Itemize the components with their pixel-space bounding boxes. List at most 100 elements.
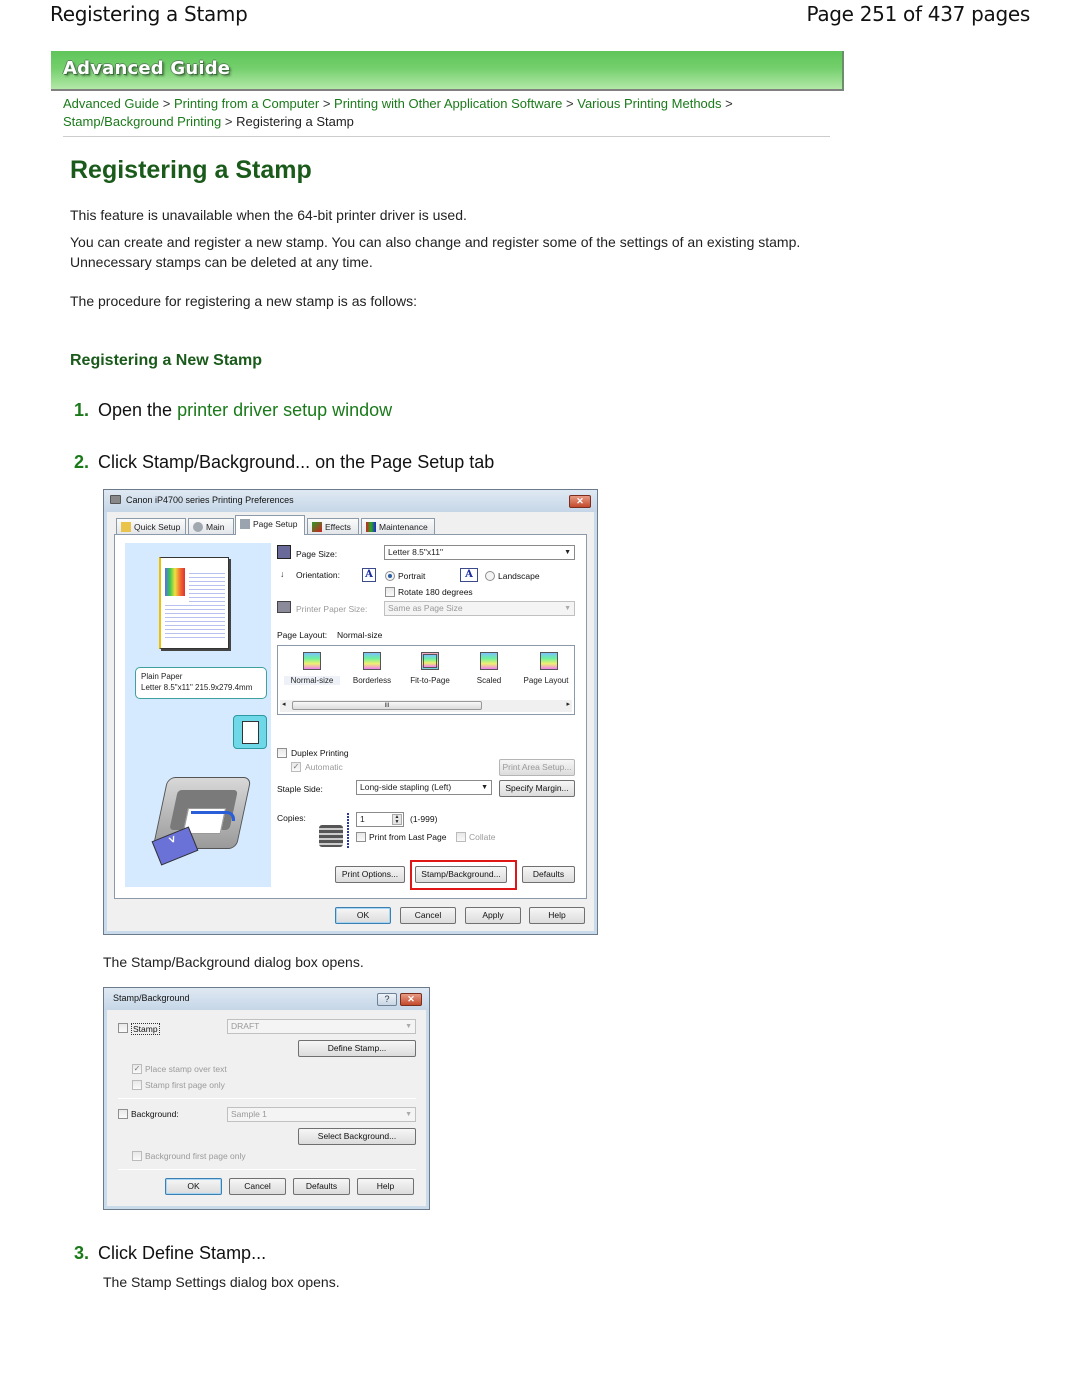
- page-layout-list[interactable]: Normal-size Borderless Fit-to-Page Scale…: [277, 645, 575, 715]
- portrait-radio[interactable]: [385, 571, 395, 581]
- staple-side-label: Staple Side:: [277, 784, 323, 794]
- breadcrumb-advanced-guide[interactable]: Advanced Guide: [63, 96, 159, 111]
- chevron-down-icon: ▼: [564, 549, 571, 556]
- orientation-preview: [233, 715, 267, 749]
- stamp-first-page-only-label: Stamp first page only: [145, 1080, 225, 1090]
- highlight-box: [410, 860, 517, 890]
- dialog-titlebar: Stamp/Background ? ✕: [104, 988, 429, 1010]
- background-select[interactable]: Sample 1 ▼: [227, 1107, 416, 1122]
- printer-driver-setup-link[interactable]: printer driver setup window: [177, 400, 392, 420]
- collate-checkbox[interactable]: [456, 832, 466, 842]
- tab-quick-setup[interactable]: Quick Setup: [116, 518, 186, 534]
- copies-range: (1-999): [410, 814, 438, 824]
- copies-value: 1: [360, 814, 365, 824]
- step-text: Open the: [98, 400, 178, 420]
- rotate-180-checkbox[interactable]: [385, 587, 395, 597]
- quick-setup-icon: [121, 522, 131, 532]
- duplex-printing-label: Duplex Printing: [291, 748, 349, 758]
- layout-option-normal-size[interactable]: Normal-size: [284, 676, 340, 685]
- specify-margin-button[interactable]: Specify Margin...: [499, 780, 575, 797]
- rotate-180-label: Rotate 180 degrees: [398, 587, 473, 597]
- copies-spinner[interactable]: ▲ ▼: [392, 814, 402, 825]
- page-setup-icon: [240, 519, 250, 529]
- tab-maintenance[interactable]: Maintenance: [361, 518, 435, 534]
- page-size-select[interactable]: Letter 8.5"x11" ▼: [384, 545, 575, 560]
- help-icon[interactable]: ?: [377, 993, 397, 1006]
- stamp-first-page-only-checkbox[interactable]: [132, 1080, 142, 1090]
- printer-paper-size-icon: [277, 601, 291, 613]
- breadcrumb-printing-other-software[interactable]: Printing with Other Application Software: [334, 96, 562, 111]
- paragraph-intro: You can create and register a new stamp.…: [70, 234, 801, 270]
- help-button[interactable]: Help: [529, 907, 585, 924]
- breadcrumb-separator: >: [162, 96, 171, 111]
- place-stamp-over-text-checkbox[interactable]: ✓: [132, 1064, 142, 1074]
- define-stamp-button[interactable]: Define Stamp...: [298, 1040, 416, 1057]
- help-button[interactable]: Help: [357, 1178, 414, 1195]
- breadcrumb-stamp-background-printing[interactable]: Stamp/Background Printing: [63, 114, 221, 129]
- select-background-button[interactable]: Select Background...: [298, 1128, 416, 1145]
- step-number: 2.: [74, 452, 90, 472]
- staple-side-select[interactable]: Long-side stapling (Left) ▼: [356, 780, 492, 795]
- apply-button[interactable]: Apply: [465, 907, 521, 924]
- section-heading: Registering a New Stamp: [70, 352, 263, 369]
- horizontal-scrollbar[interactable]: ◂ III ▸: [280, 700, 572, 712]
- scroll-thumb[interactable]: III: [292, 701, 482, 710]
- defaults-button[interactable]: Defaults: [293, 1178, 350, 1195]
- separator: [118, 1098, 416, 1099]
- print-options-button[interactable]: Print Options...: [335, 866, 405, 883]
- dialog-titlebar: Canon iP4700 series Printing Preferences…: [104, 490, 597, 512]
- paper-type: Plain Paper: [141, 672, 183, 681]
- stamp-checkbox[interactable]: [118, 1023, 128, 1033]
- main-icon: [193, 522, 203, 532]
- layout-option-page-layout[interactable]: Page Layout: [518, 676, 574, 685]
- divider: [63, 136, 830, 137]
- landscape-radio[interactable]: [485, 571, 495, 581]
- cancel-button[interactable]: Cancel: [229, 1178, 286, 1195]
- automatic-checkbox[interactable]: ✓: [291, 762, 301, 772]
- chevron-down-icon: ▼: [564, 605, 571, 612]
- step-number: 3.: [74, 1243, 90, 1263]
- layout-option-borderless[interactable]: Borderless: [344, 676, 400, 685]
- landscape-icon: A: [460, 568, 478, 582]
- layout-option-fit-to-page[interactable]: Fit-to-Page: [402, 676, 458, 685]
- background-checkbox[interactable]: [118, 1109, 128, 1119]
- layout-option-scaled[interactable]: Scaled: [461, 676, 517, 685]
- scroll-right-icon[interactable]: ▸: [566, 700, 570, 708]
- page-size-icon: [277, 545, 291, 559]
- close-button[interactable]: ✕: [569, 495, 591, 508]
- tab-page-setup[interactable]: Page Setup: [235, 515, 305, 535]
- tab-main[interactable]: Main: [188, 518, 234, 534]
- ok-button[interactable]: OK: [335, 907, 391, 924]
- cancel-button[interactable]: Cancel: [400, 907, 456, 924]
- printer-paper-size-select[interactable]: Same as Page Size ▼: [384, 601, 575, 616]
- breadcrumb-various-printing-methods[interactable]: Various Printing Methods: [577, 96, 721, 111]
- background-first-page-only-checkbox[interactable]: [132, 1151, 142, 1161]
- print-area-setup-button[interactable]: Print Area Setup...: [499, 759, 575, 776]
- defaults-button[interactable]: Defaults: [522, 866, 575, 883]
- close-button[interactable]: ✕: [400, 993, 422, 1006]
- page-preview: [159, 557, 229, 649]
- stamp-background-dialog: Stamp/Background ? ✕ Stamp DRAFT ▼ Define…: [103, 987, 430, 1210]
- separator: [277, 804, 575, 805]
- paragraph-64bit-note: This feature is unavailable when the 64-…: [70, 207, 467, 223]
- portrait-label: Portrait: [398, 571, 426, 581]
- breadcrumb-printing-from-computer[interactable]: Printing from a Computer: [174, 96, 319, 111]
- duplex-printing-checkbox[interactable]: [277, 748, 287, 758]
- breadcrumb-separator: >: [322, 96, 331, 111]
- collate-label: Collate: [469, 832, 496, 842]
- separator: [277, 740, 575, 741]
- chevron-down-icon: ▼: [405, 1023, 412, 1030]
- print-from-last-page-checkbox[interactable]: [356, 832, 366, 842]
- scroll-left-icon[interactable]: ◂: [282, 700, 286, 708]
- paper-info-box: Plain Paper Letter 8.5"x11" 215.9x279.4m…: [135, 667, 267, 699]
- stamp-select[interactable]: DRAFT ▼: [227, 1019, 416, 1034]
- tab-effects[interactable]: Effects: [307, 518, 359, 534]
- breadcrumb-current: Registering a Stamp: [236, 114, 354, 129]
- copies-label: Copies:: [277, 813, 306, 823]
- page-setup-panel: Plain Paper Letter 8.5"x11" 215.9x279.4m…: [114, 534, 587, 899]
- copies-input[interactable]: 1 ▲ ▼: [356, 812, 404, 827]
- ok-button[interactable]: OK: [165, 1178, 222, 1195]
- paragraph-procedure: The procedure for registering a new stam…: [70, 293, 418, 309]
- step-3-note: The Stamp Settings dialog box opens.: [103, 1274, 340, 1290]
- copies-stack-icon: [319, 825, 343, 847]
